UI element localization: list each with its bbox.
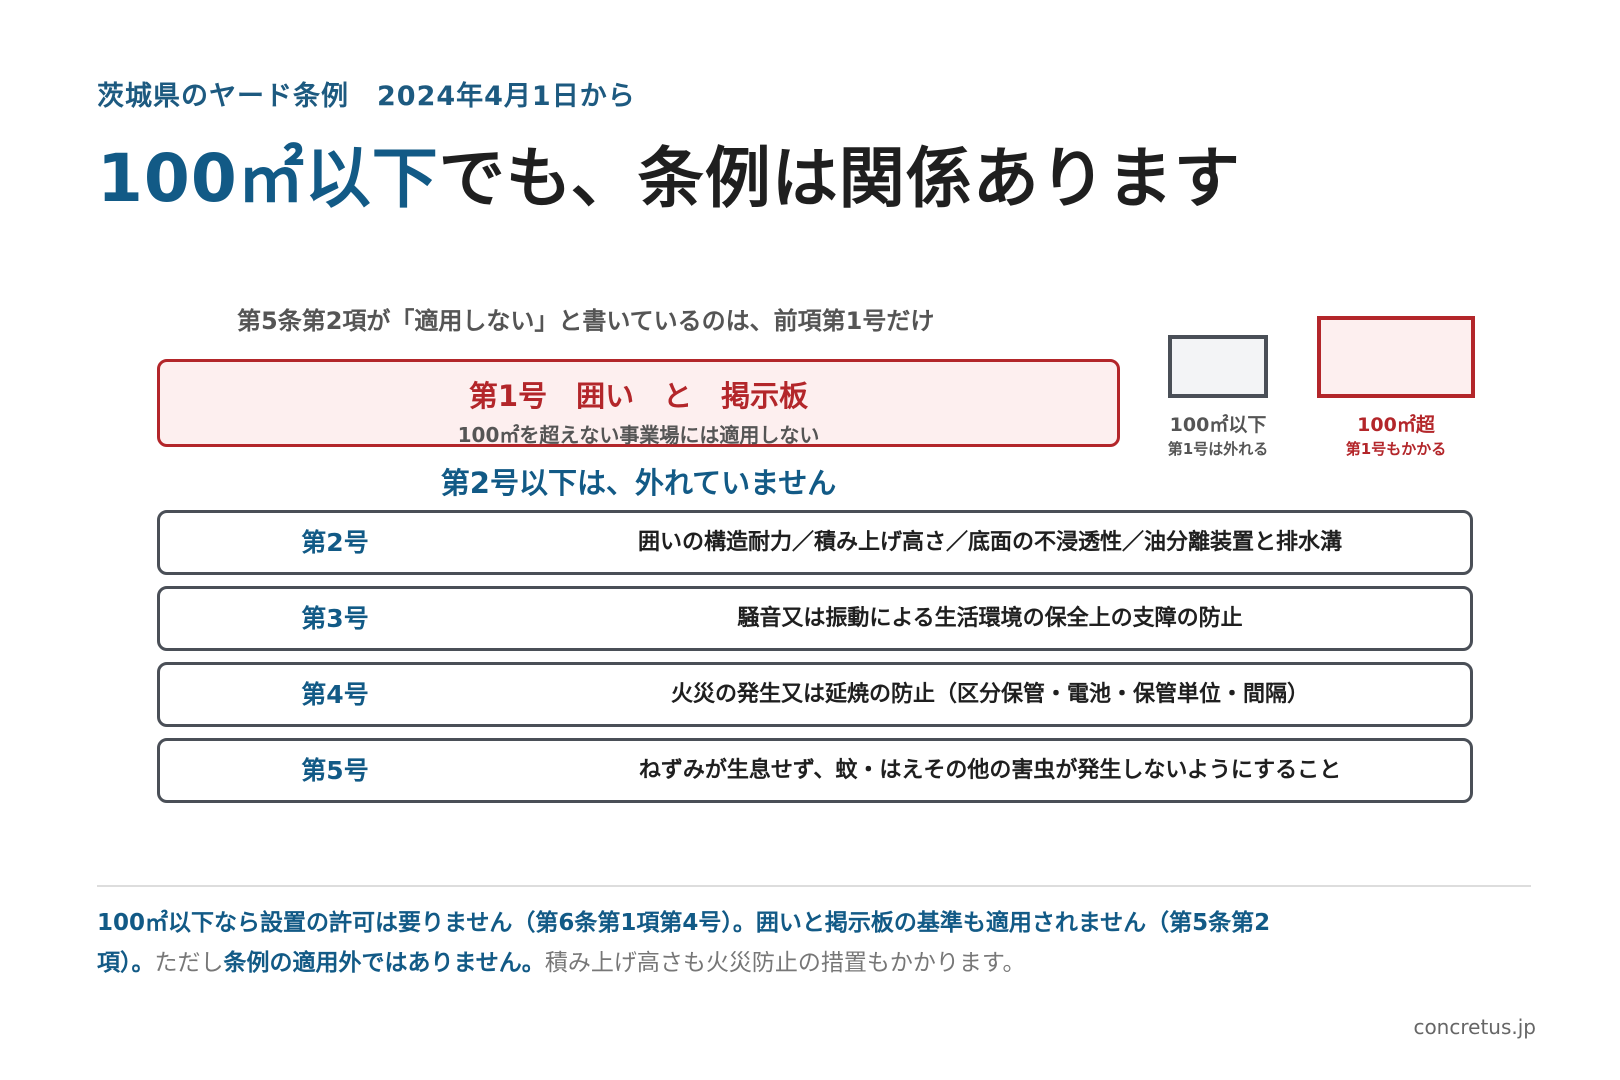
item-number: 第4号 — [301, 680, 369, 709]
item-row-3: 第3号 騒音又は振動による生活環境の保全上の支障の防止 — [157, 586, 1473, 651]
item-number: 第3号 — [301, 604, 369, 633]
page-title: 100㎡以下でも、条例は関係あります — [97, 125, 1241, 221]
footnote: 100㎡以下なら設置の許可は要りません（第6条第1項第4号）。囲いと掲示板の基準… — [97, 903, 1297, 983]
legend-large-sub: 第1号もかかる — [1345, 440, 1447, 458]
legend-large-label: 100㎡超 — [1357, 414, 1435, 436]
legend-large-swatch — [1317, 316, 1475, 398]
mid-label: 第2号以下は、外れていません — [440, 466, 837, 500]
item-row-5: 第5号 ねずみが生息せず、蚊・はえその他の害虫が発生しないようにすること — [157, 738, 1473, 803]
item-number: 第5号 — [301, 756, 369, 785]
item1-note: 100㎡を超えない事業場には適用しない — [457, 423, 820, 447]
item-description: 火災の発生又は延焼の防止（区分保管・電池・保管単位・間隔） — [670, 682, 1309, 707]
footnote-part4: 積み上げ高さも火災防止の措置もかかります。 — [544, 950, 1026, 976]
page-title-highlight: 100㎡以下 — [97, 140, 439, 217]
legend-small-sub: 第1号は外れる — [1167, 440, 1269, 458]
divider — [97, 885, 1531, 887]
subhead-text: 第5条第2項が「適用しない」と書いているのは、前項第1号だけ — [237, 307, 935, 335]
item-description: 騒音又は振動による生活環境の保全上の支障の防止 — [737, 606, 1243, 631]
footnote-part2: ただし — [154, 950, 224, 976]
item1-box: 第1号 囲い と 掲示板 100㎡を超えない事業場には適用しない — [157, 359, 1120, 447]
item-description: ねずみが生息せず、蚊・はえその他の害虫が発生しないようにすること — [638, 758, 1342, 783]
eyebrow-text: 茨城県のヤード条例 2024年4月1日から — [97, 81, 636, 112]
page-title-rest: でも、条例は関係あります — [438, 140, 1241, 217]
footnote-part3: 条例の適用外ではありません。 — [223, 950, 545, 976]
site-credit: concretus.jp — [1413, 1015, 1536, 1039]
item-description: 囲いの構造耐力／積み上げ高さ／底面の不浸透性／油分離装置と排水溝 — [637, 530, 1342, 555]
legend-small-label: 100㎡以下 — [1169, 414, 1267, 436]
legend-small-swatch — [1168, 335, 1268, 398]
item-row-4: 第4号 火災の発生又は延焼の防止（区分保管・電池・保管単位・間隔） — [157, 662, 1473, 727]
item-row-2: 第2号 囲いの構造耐力／積み上げ高さ／底面の不浸透性／油分離装置と排水溝 — [157, 510, 1473, 575]
item1-title: 第1号 囲い と 掲示板 — [468, 379, 809, 413]
item-number: 第2号 — [301, 528, 369, 557]
